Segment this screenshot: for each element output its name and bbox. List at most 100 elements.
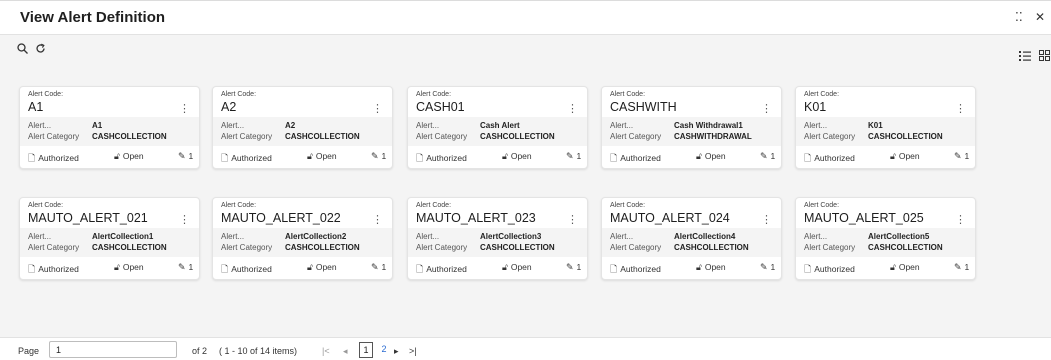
document-icon: 🗋	[610, 153, 618, 163]
version-indicator: ✎ 1	[954, 151, 969, 162]
close-icon[interactable]: ✕	[1035, 10, 1045, 24]
lock-text: Open	[510, 151, 532, 161]
alert-code-value: A1	[28, 100, 44, 114]
alert-category-value: CASHCOLLECTION	[285, 132, 360, 141]
status-badge: 🗋 Authorized	[610, 262, 661, 278]
next-page-icon[interactable]: ▸	[394, 346, 399, 357]
version-indicator: ✎ 1	[371, 262, 386, 273]
alert-card[interactable]: Alert Code: MAUTO_ALERT_021 ⋮ Alert... Alert…	[19, 197, 200, 280]
page-input[interactable]	[49, 341, 177, 358]
unlock-icon: 🔓︎	[114, 262, 120, 272]
status-text: Authorized	[38, 153, 79, 163]
card-footer: 🗋 Authorized 🔓︎ Open ✎ 1	[796, 262, 975, 276]
more-options-icon[interactable]: ⋮	[761, 213, 772, 226]
search-icon[interactable]	[17, 42, 28, 57]
lock-text: Open	[122, 262, 144, 272]
document-icon: 🗋	[28, 153, 36, 163]
alert-card[interactable]: Alert Code: MAUTO_ALERT_023 ⋮ Alert... Alert…	[407, 197, 588, 280]
last-page-icon[interactable]: >|	[409, 346, 417, 356]
alert-card[interactable]: Alert Code: MAUTO_ALERT_024 ⋮ Alert... Alert…	[601, 197, 782, 280]
alert-category-label: Alert Category	[610, 243, 662, 252]
alert-category-value: CASHCOLLECTION	[480, 243, 555, 252]
list-view-icon[interactable]	[1019, 49, 1031, 64]
lock-status: 🔓︎ Open	[696, 151, 726, 162]
alert-value: AlertCollection5	[868, 232, 930, 241]
more-options-icon[interactable]: ⋮	[372, 213, 383, 226]
status-badge: 🗋 Authorized	[416, 151, 467, 167]
status-text: Authorized	[620, 264, 661, 274]
edit-icon: ✎	[371, 262, 379, 272]
status-badge: 🗋 Authorized	[416, 262, 467, 278]
pagination-bar: Page of 2 ( 1 - 10 of 14 items) |< ◂ 1 2…	[0, 337, 1051, 360]
app-window: View Alert Definition ⁚⁚ ✕ Alert Code: A1…	[0, 0, 1051, 360]
more-options-icon[interactable]: ⋮	[761, 102, 772, 115]
document-icon: 🗋	[221, 153, 229, 163]
prev-page-icon[interactable]: ◂	[343, 346, 348, 357]
lock-text: Open	[315, 151, 337, 161]
version-text: 1	[381, 151, 387, 161]
lock-text: Open	[122, 151, 144, 161]
version-text: 1	[576, 151, 582, 161]
edit-icon: ✎	[760, 262, 768, 272]
alert-label: Alert...	[28, 232, 52, 241]
status-badge: 🗋 Authorized	[221, 151, 272, 167]
alert-card[interactable]: Alert Code: CASHWITH ⋮ Alert... Cash Withdra…	[601, 86, 782, 169]
document-icon: 🗋	[804, 153, 812, 163]
alert-value: A1	[92, 121, 103, 130]
alert-code-label: Alert Code:	[804, 91, 840, 98]
alert-code-label: Alert Code:	[804, 202, 840, 209]
version-indicator: ✎ 1	[178, 151, 193, 162]
unlock-icon: 🔓︎	[890, 262, 896, 272]
refresh-icon[interactable]	[35, 42, 46, 57]
version-text: 1	[381, 262, 387, 272]
more-options-icon[interactable]: ⋮	[955, 213, 966, 226]
card-footer: 🗋 Authorized 🔓︎ Open ✎ 1	[602, 262, 781, 276]
alert-card[interactable]: Alert Code: A2 ⋮ Alert... A2 Alert Category CA…	[212, 86, 393, 169]
lock-status: 🔓︎ Open	[114, 151, 144, 162]
items-info: ( 1 - 10 of 14 items)	[219, 346, 298, 356]
page-1-button[interactable]: 1	[359, 342, 373, 358]
alert-category-value: CASHCOLLECTION	[285, 243, 360, 252]
alert-category-value: CASHCOLLECTION	[868, 132, 943, 141]
alert-code-label: Alert Code:	[28, 202, 64, 209]
alert-card[interactable]: Alert Code: MAUTO_ALERT_025 ⋮ Alert... Alert…	[795, 197, 976, 280]
alert-card[interactable]: Alert Code: CASH01 ⋮ Alert... Cash Alert Aler…	[407, 86, 588, 169]
alert-card[interactable]: Alert Code: MAUTO_ALERT_022 ⋮ Alert... Alert…	[212, 197, 393, 280]
lock-status: 🔓︎ Open	[502, 262, 532, 273]
unlock-icon: 🔓︎	[890, 151, 896, 161]
alert-code-value: MAUTO_ALERT_025	[804, 211, 924, 225]
version-indicator: ✎ 1	[178, 262, 193, 273]
more-options-icon[interactable]: ⋮	[567, 213, 578, 226]
alert-value: A2	[285, 121, 296, 130]
more-options-icon[interactable]: ⋮	[955, 102, 966, 115]
more-options-icon[interactable]: ⋮	[179, 102, 190, 115]
more-options-icon[interactable]: ⋮	[567, 102, 578, 115]
page-2-button[interactable]: 2	[378, 342, 390, 358]
version-indicator: ✎ 1	[760, 262, 775, 273]
status-badge: 🗋 Authorized	[28, 262, 79, 278]
alert-category-value: CASHCOLLECTION	[92, 132, 167, 141]
card-footer: 🗋 Authorized 🔓︎ Open ✎ 1	[602, 151, 781, 165]
version-text: 1	[188, 151, 194, 161]
version-text: 1	[964, 151, 970, 161]
alert-label: Alert...	[221, 121, 245, 130]
version-text: 1	[964, 262, 970, 272]
page-title: View Alert Definition	[20, 9, 166, 26]
alert-category-value: CASHCOLLECTION	[480, 132, 555, 141]
unlock-icon: 🔓︎	[114, 151, 120, 161]
alert-category-value: CASHCOLLECTION	[868, 243, 943, 252]
more-options-icon[interactable]: ⋮	[179, 213, 190, 226]
alert-label: Alert...	[610, 121, 634, 130]
alert-card[interactable]: Alert Code: K01 ⋮ Alert... K01 Alert Category…	[795, 86, 976, 169]
collapse-icon[interactable]: ⁚⁚	[1015, 10, 1023, 24]
alert-category-label: Alert Category	[804, 132, 856, 141]
more-options-icon[interactable]: ⋮	[372, 102, 383, 115]
alert-code-label: Alert Code:	[610, 91, 646, 98]
alert-label: Alert...	[221, 232, 245, 241]
alert-card[interactable]: Alert Code: A1 ⋮ Alert... A1 Alert Category CA…	[19, 86, 200, 169]
first-page-icon[interactable]: |<	[322, 346, 330, 356]
version-indicator: ✎ 1	[566, 262, 581, 273]
grid-view-icon[interactable]	[1039, 49, 1050, 64]
alert-category-label: Alert Category	[610, 132, 662, 141]
version-indicator: ✎ 1	[760, 151, 775, 162]
